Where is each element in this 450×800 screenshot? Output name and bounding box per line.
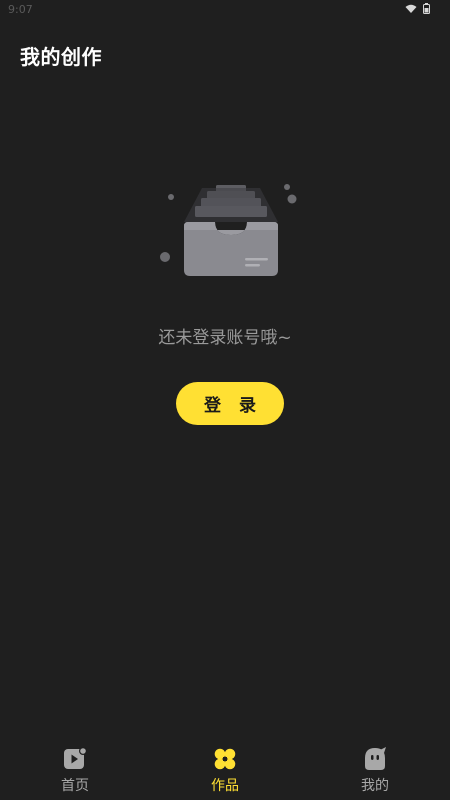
nav-item-home[interactable]: 首页 (25, 746, 125, 798)
nav-item-works[interactable]: 作品 (175, 746, 275, 798)
status-time: 9:07 (8, 3, 33, 16)
four-petal-icon (214, 748, 236, 770)
bottom-nav: 首页 作品 我的 (0, 740, 450, 800)
face-icon (365, 747, 386, 770)
empty-inbox-icon (160, 184, 297, 276)
nav-item-mine[interactable]: 我的 (325, 746, 425, 798)
login-button[interactable]: 登 录 (176, 382, 284, 425)
wifi-icon (405, 4, 417, 13)
empty-state-message: 还未登录账号哦~ (158, 328, 292, 348)
status-bar: 9:07 (0, 0, 450, 20)
play-card-icon (64, 747, 87, 769)
nav-label-mine: 我的 (361, 778, 389, 794)
nav-label-works: 作品 (211, 778, 239, 794)
nav-label-home: 首页 (61, 778, 89, 794)
screen: 9:07 我的创作 还未登录账号哦~ 登 录 首页 作品 我的 (0, 0, 450, 800)
status-icons (405, 3, 430, 14)
battery-icon (423, 3, 430, 14)
page-title: 我的创作 (20, 45, 102, 69)
